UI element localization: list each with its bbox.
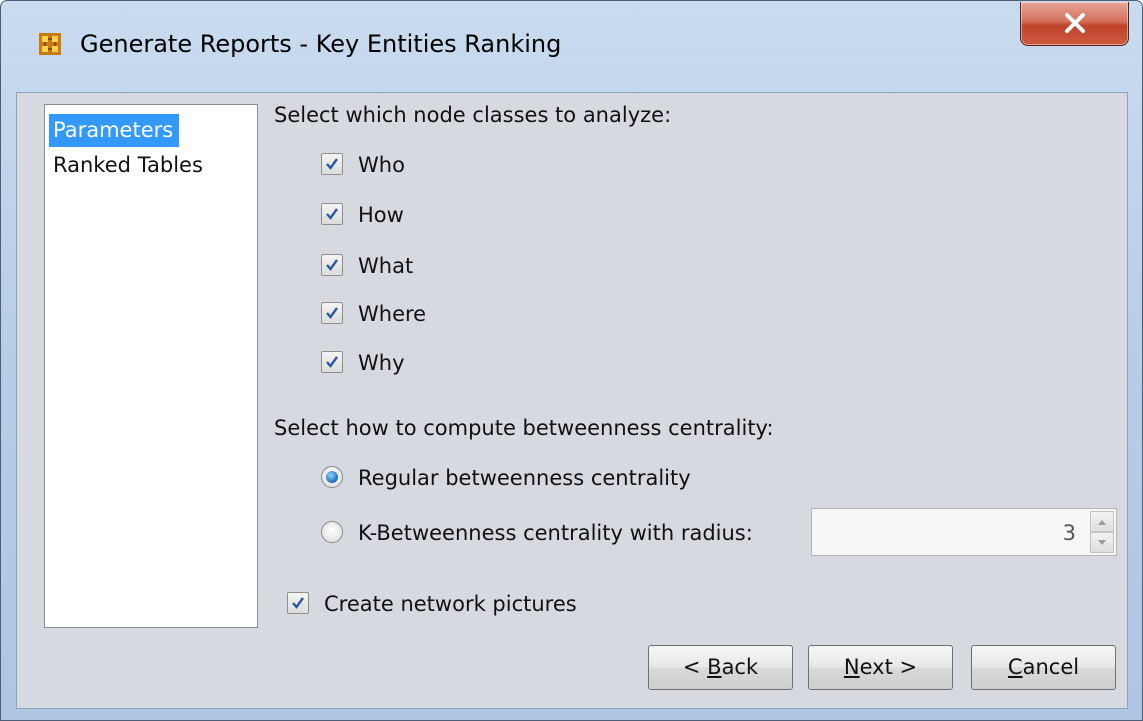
checkmark-icon [292,597,304,609]
checkbox-why[interactable] [321,351,343,373]
checkmark-icon [326,208,338,220]
dialog-window: Generate Reports - Key Entities Ranking … [0,0,1143,721]
spin-down-button[interactable] [1090,532,1114,553]
betweenness-heading: Select how to compute betweenness centra… [274,416,774,440]
checkmark-icon [326,158,338,170]
checkbox-label-what[interactable]: What [358,254,413,278]
next-button-label: ext > [859,655,918,679]
back-button-mnemonic: B [707,655,722,679]
close-button[interactable] [1020,2,1129,46]
nav-item-ranked-tables[interactable]: Ranked Tables [49,149,209,182]
checkmark-icon [326,307,338,319]
back-button-prefix: < [682,655,708,679]
checkbox-create-network-pictures[interactable] [287,592,309,614]
app-icon [39,33,61,55]
checkbox-label-why[interactable]: Why [358,351,405,375]
chevron-down-icon [1098,540,1106,545]
chevron-up-icon [1098,520,1106,525]
cancel-button-label: ancel [1022,655,1080,679]
radio-regular-betweenness[interactable] [321,466,343,488]
spin-up-button[interactable] [1090,511,1114,532]
window-title: Generate Reports - Key Entities Ranking [80,30,562,58]
next-button[interactable]: Next > [808,645,953,690]
radius-value[interactable]: 3 [1063,521,1076,545]
back-button[interactable]: < Back [648,645,793,690]
radio-label-k-betweenness[interactable]: K-Betweenness centrality with radius: [358,521,753,545]
next-button-mnemonic: N [843,655,860,679]
radio-label-regular-betweenness[interactable]: Regular betweenness centrality [358,466,691,490]
nav-item-parameters[interactable]: Parameters [49,114,180,147]
node-classes-heading: Select which node classes to analyze: [274,103,672,127]
dialog-content: Parameters Ranked Tables Select which no… [16,92,1128,709]
close-icon [1065,13,1085,33]
checkmark-icon [326,259,338,271]
radio-k-betweenness[interactable] [321,521,343,543]
checkbox-label-how[interactable]: How [358,203,404,227]
checkbox-label-who[interactable]: Who [358,153,405,177]
checkbox-label-create-network-pictures[interactable]: Create network pictures [324,592,577,616]
wizard-step-list: Parameters Ranked Tables [44,104,258,628]
checkbox-who[interactable] [321,153,343,175]
title-bar[interactable]: Generate Reports - Key Entities Ranking [1,1,1142,93]
cancel-button[interactable]: Cancel [971,645,1116,690]
checkbox-where[interactable] [321,302,343,324]
cancel-button-mnemonic: C [1007,655,1023,679]
checkbox-how[interactable] [321,203,343,225]
radius-spinner[interactable]: 3 [811,508,1117,556]
checkmark-icon [326,356,338,368]
radio-selected-dot [326,471,338,483]
back-button-label: ack [721,655,759,679]
checkbox-label-where[interactable]: Where [358,302,426,326]
checkbox-what[interactable] [321,254,343,276]
